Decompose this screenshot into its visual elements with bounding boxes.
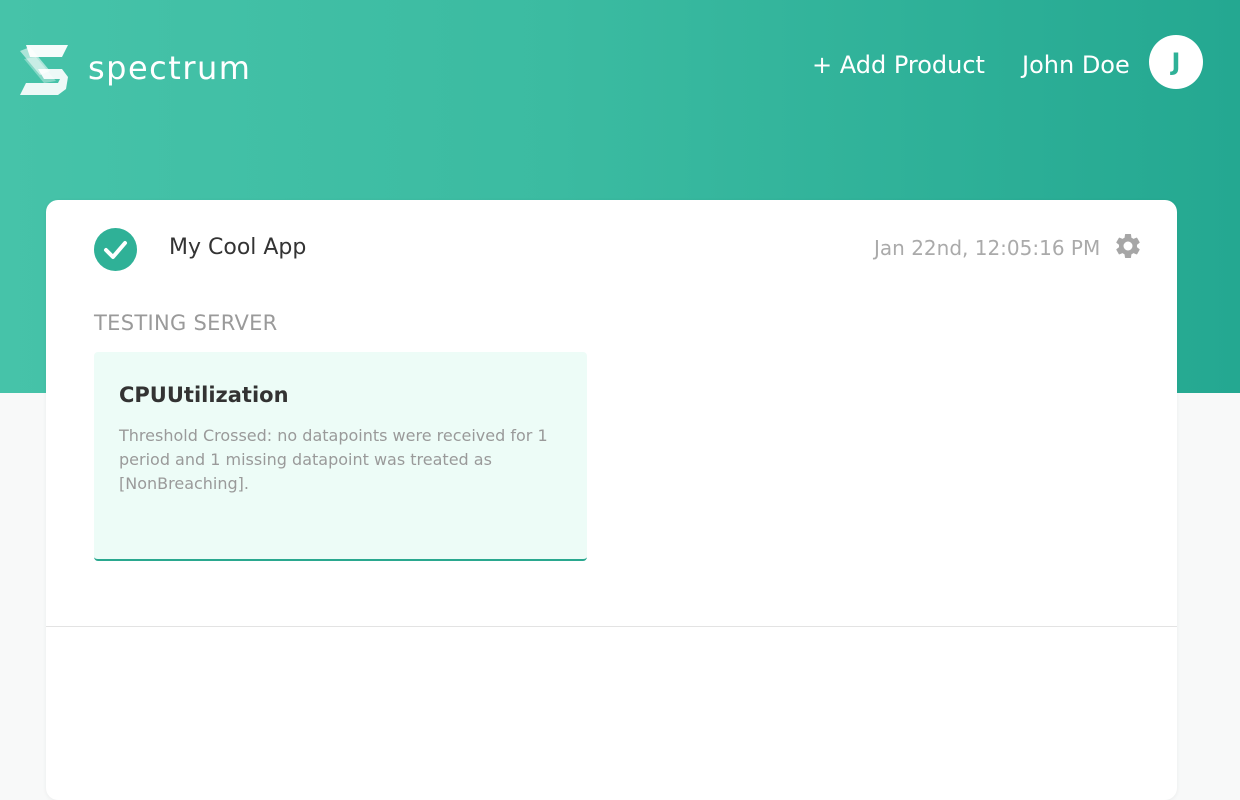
brand-logo-link[interactable]: spectrum: [20, 44, 251, 96]
add-product-link[interactable]: + Add Product: [812, 48, 985, 82]
top-navbar: spectrum + Add Product John Doe J: [0, 0, 1240, 130]
alarm-card[interactable]: CPUUtilization Threshold Crossed: no dat…: [94, 352, 587, 561]
user-avatar[interactable]: J: [1149, 35, 1203, 89]
product-name[interactable]: My Cool App: [169, 233, 306, 263]
alarm-description: Threshold Crossed: no datapoints were re…: [119, 426, 548, 493]
brand-name: spectrum: [88, 49, 252, 87]
section-title: TESTING SERVER: [94, 311, 278, 335]
user-name[interactable]: John Doe: [1022, 48, 1130, 82]
spectrum-logo-icon: [20, 45, 68, 95]
last-updated-timestamp: Jan 22nd, 12:05:16 PM: [874, 236, 1101, 260]
card-divider: [46, 626, 1177, 627]
product-card: My Cool App Jan 22nd, 12:05:16 PM TESTIN…: [46, 200, 1177, 800]
gear-icon[interactable]: [1113, 231, 1143, 261]
check-circle-icon: [94, 228, 137, 271]
alarm-title: CPUUtilization: [119, 383, 289, 407]
